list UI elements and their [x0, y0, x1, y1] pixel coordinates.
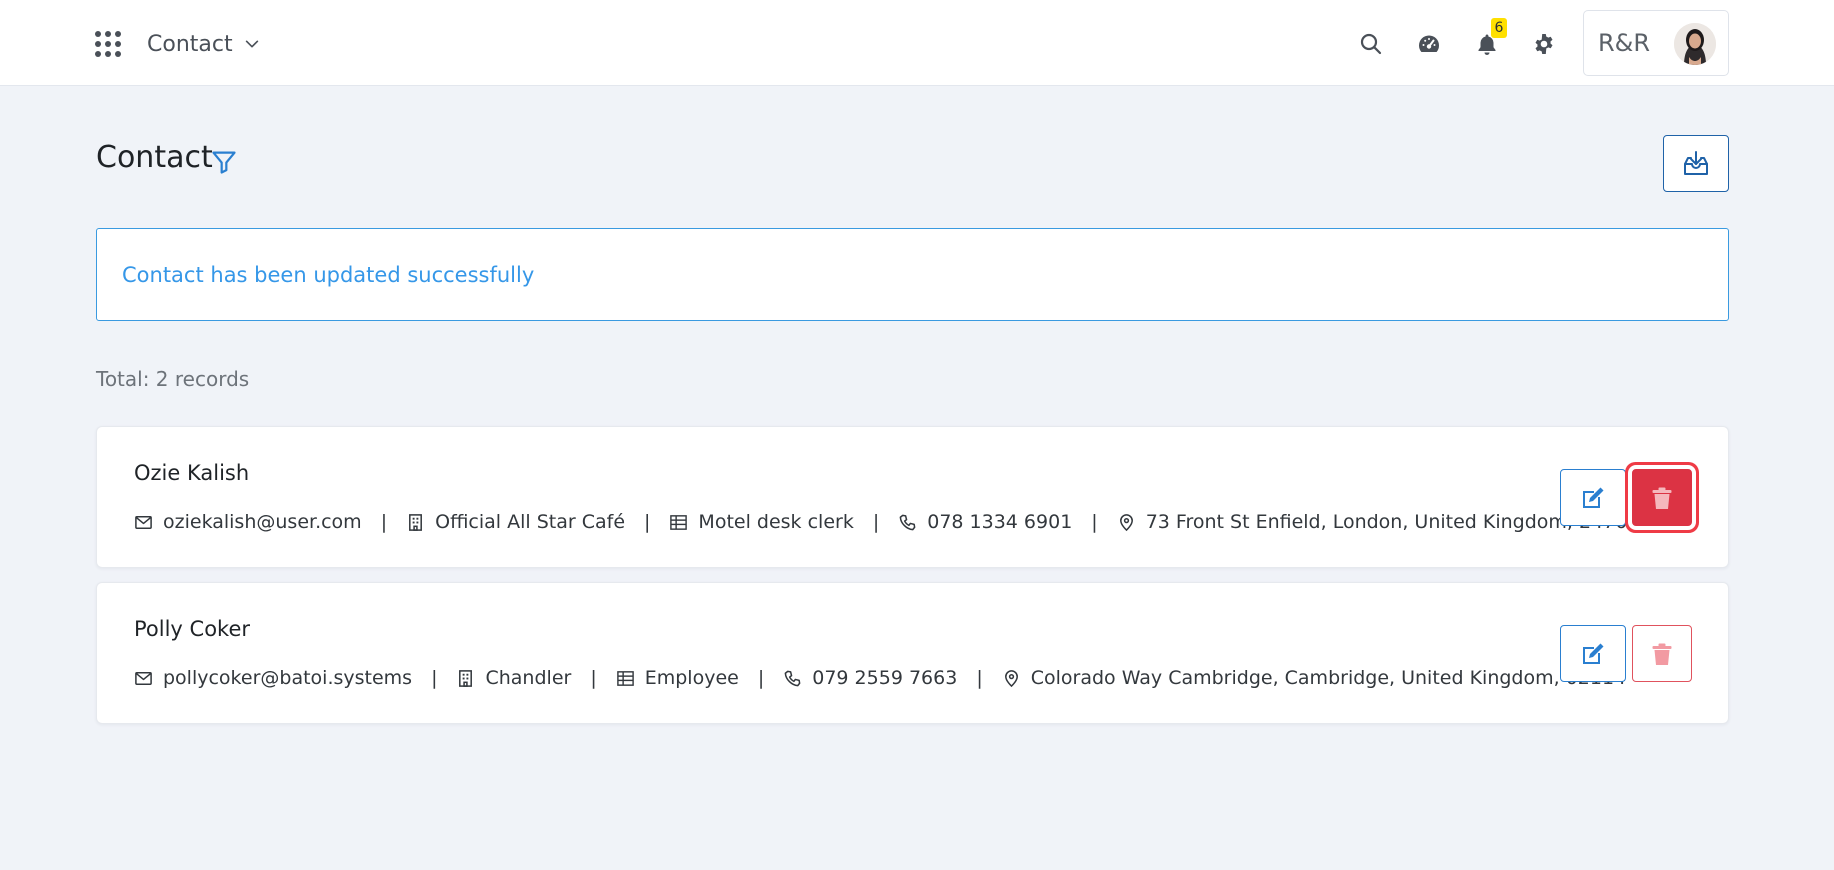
- map-pin-icon: [1119, 513, 1133, 531]
- building-icon: [459, 669, 473, 687]
- contact-address: Colorado Way Cambridge, Cambridge, Unite…: [1002, 667, 1626, 689]
- user-initials: R&R: [1598, 29, 1651, 57]
- contact-name[interactable]: Polly Coker: [134, 617, 250, 641]
- contact-phone: 078 1334 6901: [898, 511, 1072, 533]
- gear-icon: [1535, 34, 1553, 54]
- contact-email: oziekalish@user.com: [134, 511, 362, 533]
- notification-count-badge: 6: [1491, 18, 1507, 38]
- top-navbar: Contact 6 R&R: [0, 0, 1834, 86]
- export-button[interactable]: [1663, 135, 1729, 192]
- download-tray-icon: [1684, 150, 1708, 175]
- delete-button[interactable]: [1632, 625, 1692, 682]
- trash-icon: [1652, 643, 1672, 665]
- module-switcher[interactable]: Contact: [147, 28, 261, 60]
- dashboard-button[interactable]: [1413, 28, 1445, 60]
- trash-icon: [1652, 487, 1672, 509]
- edit-icon: [1583, 643, 1604, 664]
- building-icon: [409, 513, 423, 531]
- edit-icon: [1583, 487, 1604, 508]
- contact-position-text: Motel desk clerk: [698, 511, 854, 533]
- contact-phone: 079 2559 7663: [783, 667, 957, 689]
- contact-email-text: oziekalish@user.com: [163, 511, 362, 533]
- map-pin-icon: [1004, 669, 1018, 687]
- mail-icon: [135, 671, 152, 685]
- speedometer-icon: [1419, 35, 1439, 52]
- separator: |: [976, 667, 983, 689]
- settings-button[interactable]: [1528, 28, 1560, 60]
- separator: |: [431, 667, 438, 689]
- notifications-button[interactable]: 6: [1471, 18, 1507, 60]
- separator: |: [380, 511, 388, 533]
- contact-address: 73 Front St Enfield, London, United King…: [1117, 511, 1628, 533]
- contact-company: Chandler: [456, 667, 571, 689]
- contact-phone-text: 079 2559 7663: [812, 667, 958, 689]
- records-total: Total: 2 records: [96, 367, 250, 391]
- search-icon: [1360, 33, 1382, 55]
- filter-icon[interactable]: [210, 148, 238, 176]
- contact-company-text: Official All Star Café: [435, 511, 626, 533]
- contact-email: pollycoker@batoi.systems: [134, 667, 412, 689]
- contact-card: Polly Coker pollycoker@batoi.systems | C…: [96, 582, 1729, 724]
- chevron-down-icon: [245, 40, 258, 48]
- phone-icon: [899, 514, 916, 530]
- table-icon: [616, 670, 634, 686]
- search-button[interactable]: [1355, 28, 1387, 60]
- alert-message: Contact has been updated successfully: [122, 262, 535, 287]
- delete-button[interactable]: [1632, 469, 1692, 526]
- separator: |: [757, 667, 765, 689]
- contact-position: Motel desk clerk: [669, 511, 854, 533]
- edit-button[interactable]: [1560, 625, 1626, 682]
- page-title: Contact: [96, 140, 213, 175]
- contact-meta: oziekalish@user.com | Official All Star …: [134, 511, 1627, 533]
- contact-address-text: Colorado Way Cambridge, Cambridge, Unite…: [1030, 667, 1627, 689]
- phone-icon: [784, 670, 801, 686]
- contact-company-text: Chandler: [485, 667, 572, 689]
- contact-position: Employee: [616, 667, 739, 689]
- mail-icon: [135, 515, 152, 529]
- contact-phone-text: 078 1334 6901: [927, 511, 1073, 533]
- separator: |: [590, 667, 597, 689]
- separator: |: [872, 511, 880, 533]
- module-label: Contact: [147, 31, 233, 57]
- contact-card: Ozie Kalish oziekalish@user.com | Offici…: [96, 426, 1729, 568]
- separator: |: [1091, 511, 1098, 533]
- contact-email-text: pollycoker@batoi.systems: [163, 667, 413, 689]
- apps-grid-icon[interactable]: [95, 31, 121, 57]
- success-alert: Contact has been updated successfully: [96, 228, 1729, 321]
- table-icon: [670, 514, 688, 530]
- contact-name[interactable]: Ozie Kalish: [134, 461, 249, 485]
- edit-button[interactable]: [1560, 469, 1626, 526]
- contact-address-text: 73 Front St Enfield, London, United King…: [1145, 511, 1628, 533]
- separator: |: [644, 511, 651, 533]
- avatar: [1674, 23, 1716, 65]
- user-menu[interactable]: R&R: [1583, 10, 1729, 76]
- contact-meta: pollycoker@batoi.systems | Chandler | Em…: [134, 667, 1626, 689]
- contact-company: Official All Star Café: [406, 511, 625, 533]
- contact-position-text: Employee: [644, 667, 739, 689]
